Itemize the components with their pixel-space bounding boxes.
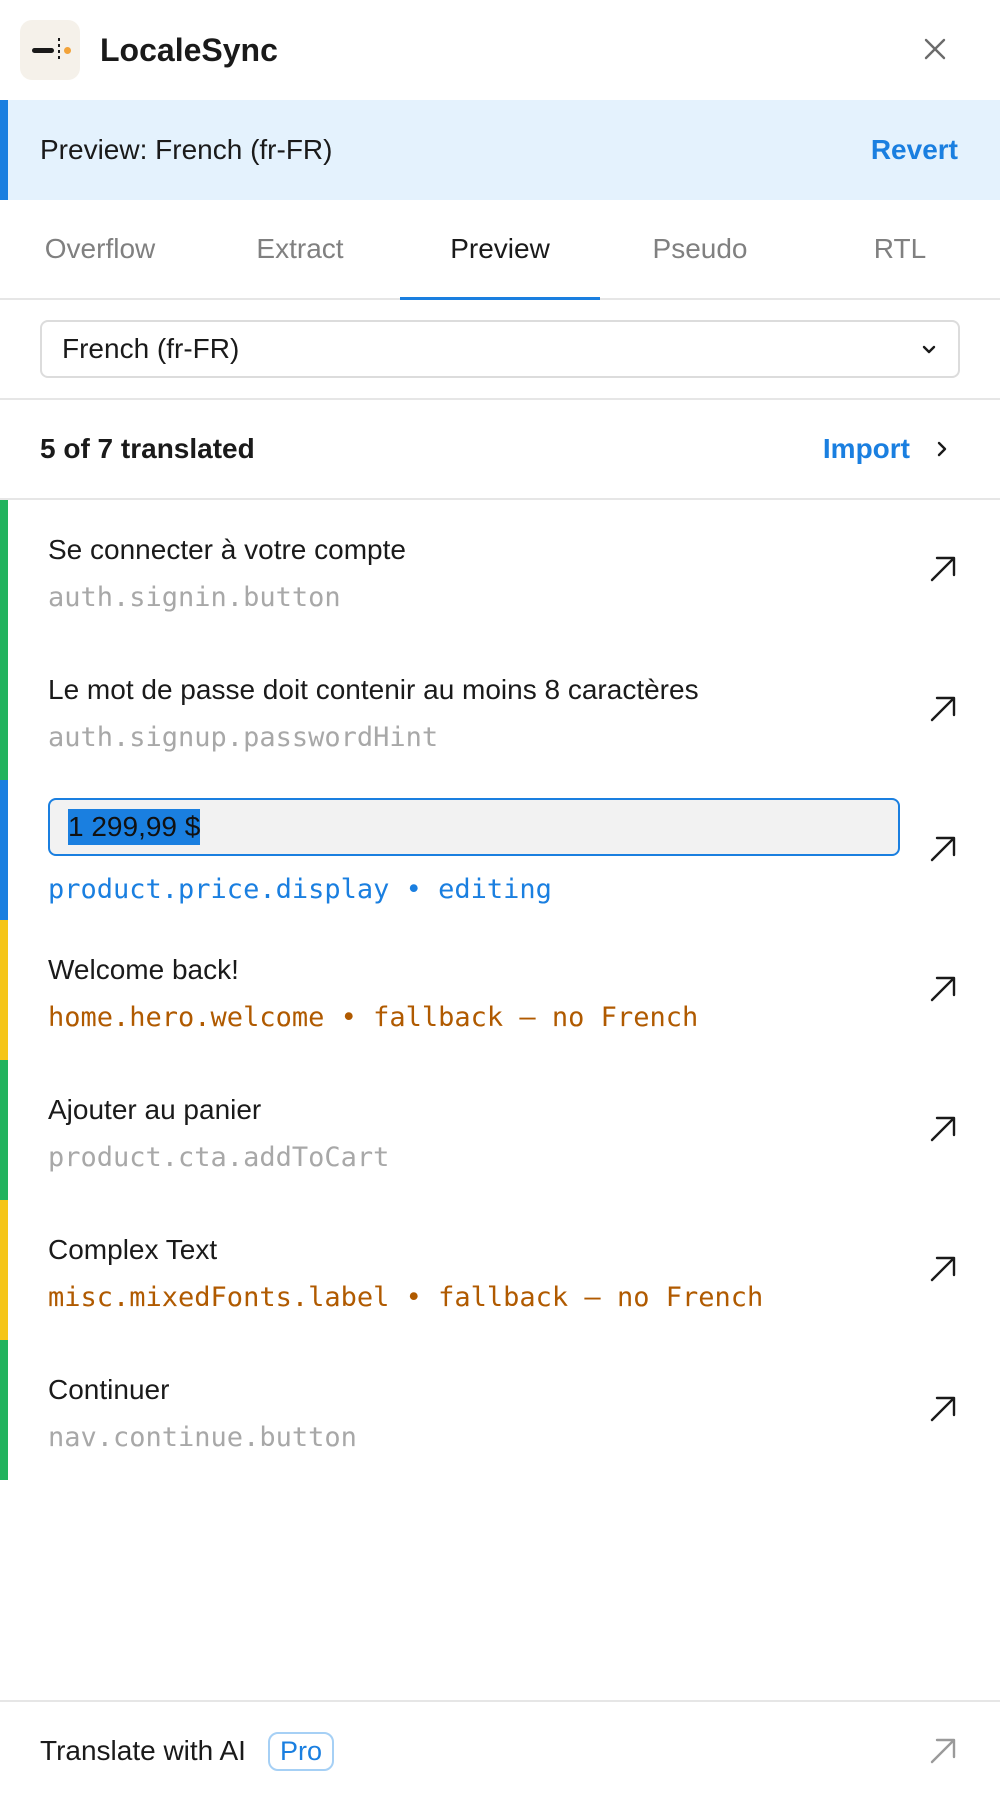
app-title: LocaleSync [100, 31, 278, 68]
localesync-panel: LocaleSync Preview: French (fr-FR) Rever… [0, 0, 1000, 1800]
tab-overflow[interactable]: Overflow [0, 200, 200, 298]
preview-banner: Preview: French (fr-FR) Revert [0, 100, 1000, 200]
list-item[interactable]: Le mot de passe doit contenir au moins 8… [0, 640, 1000, 780]
tab-extract[interactable]: Extract [200, 200, 400, 298]
list-item[interactable]: Se connecter à votre compte auth.signin.… [0, 500, 1000, 640]
string-text: Ajouter au panier [48, 1094, 262, 1125]
import-label: Import [822, 433, 910, 464]
tab-pseudo[interactable]: Pseudo [600, 200, 800, 298]
header: LocaleSync [0, 0, 1000, 100]
preview-banner-text: Preview: French (fr-FR) [40, 134, 333, 165]
translation-edit-input[interactable]: 1 299,99 $ [48, 798, 900, 856]
locale-select-value: French (fr-FR) [62, 333, 240, 364]
open-external-icon[interactable] [928, 1254, 958, 1284]
translate-with-ai-button[interactable]: Translate with AI Pro [0, 1700, 1000, 1800]
string-key: nav.continue.button [48, 1422, 357, 1453]
string-key: product.price.display • editing [48, 874, 552, 905]
string-key: misc.mixedFonts.label • fallback — no Fr… [48, 1282, 764, 1313]
locale-select-row: French (fr-FR) [0, 300, 1000, 400]
string-key: auth.signup.passwordHint [48, 722, 439, 753]
open-external-icon[interactable] [928, 694, 958, 724]
list-item[interactable]: Complex Text misc.mixedFonts.label • fal… [0, 1200, 1000, 1340]
chevron-down-icon [922, 345, 936, 354]
pro-badge: Pro [267, 1731, 334, 1771]
tab-bar: Overflow Extract Preview Pseudo RTL [0, 200, 1000, 300]
open-external-icon [930, 1738, 956, 1764]
list-item[interactable]: Continuer nav.continue.button [0, 1340, 1000, 1480]
close-icon[interactable] [920, 34, 950, 64]
list-item[interactable]: Welcome back! home.hero.welcome • fallba… [0, 920, 1000, 1060]
open-external-icon[interactable] [928, 974, 958, 1004]
tab-rtl[interactable]: RTL [800, 200, 1000, 298]
string-key: product.cta.addToCart [48, 1142, 390, 1173]
open-external-icon[interactable] [928, 554, 958, 584]
string-key: home.hero.welcome • fallback — no French [48, 1002, 699, 1033]
import-button[interactable]: Import [823, 433, 950, 465]
chevron-right-icon [937, 441, 947, 457]
list-item[interactable]: Ajouter au panier product.cta.addToCart [0, 1060, 1000, 1200]
open-external-icon[interactable] [928, 1114, 958, 1144]
string-text: Le mot de passe doit contenir au moins 8… [48, 674, 699, 705]
string-text: Complex Text [48, 1234, 218, 1265]
translated-count: 5 of 7 translated [40, 433, 255, 464]
list-item-editing[interactable]: 1 299,99 $ product.price.display • editi… [0, 780, 1000, 920]
app-logo [20, 20, 80, 80]
open-external-icon[interactable] [928, 834, 958, 864]
open-external-icon[interactable] [928, 1394, 958, 1424]
string-list: Se connecter à votre compte auth.signin.… [0, 500, 1000, 1480]
string-key: auth.signin.button [48, 582, 341, 613]
string-text: Continuer [48, 1374, 170, 1405]
selected-text: 1 299,99 $ [68, 809, 201, 845]
tab-preview[interactable]: Preview [400, 200, 600, 300]
translate-with-ai-label: Translate with AI [40, 1735, 246, 1766]
locale-select[interactable]: French (fr-FR) [40, 320, 960, 378]
string-text: Welcome back! [48, 954, 239, 985]
string-text: Se connecter à votre compte [48, 534, 406, 565]
translation-summary: 5 of 7 translated Import [0, 400, 1000, 500]
revert-button[interactable]: Revert [871, 134, 958, 166]
